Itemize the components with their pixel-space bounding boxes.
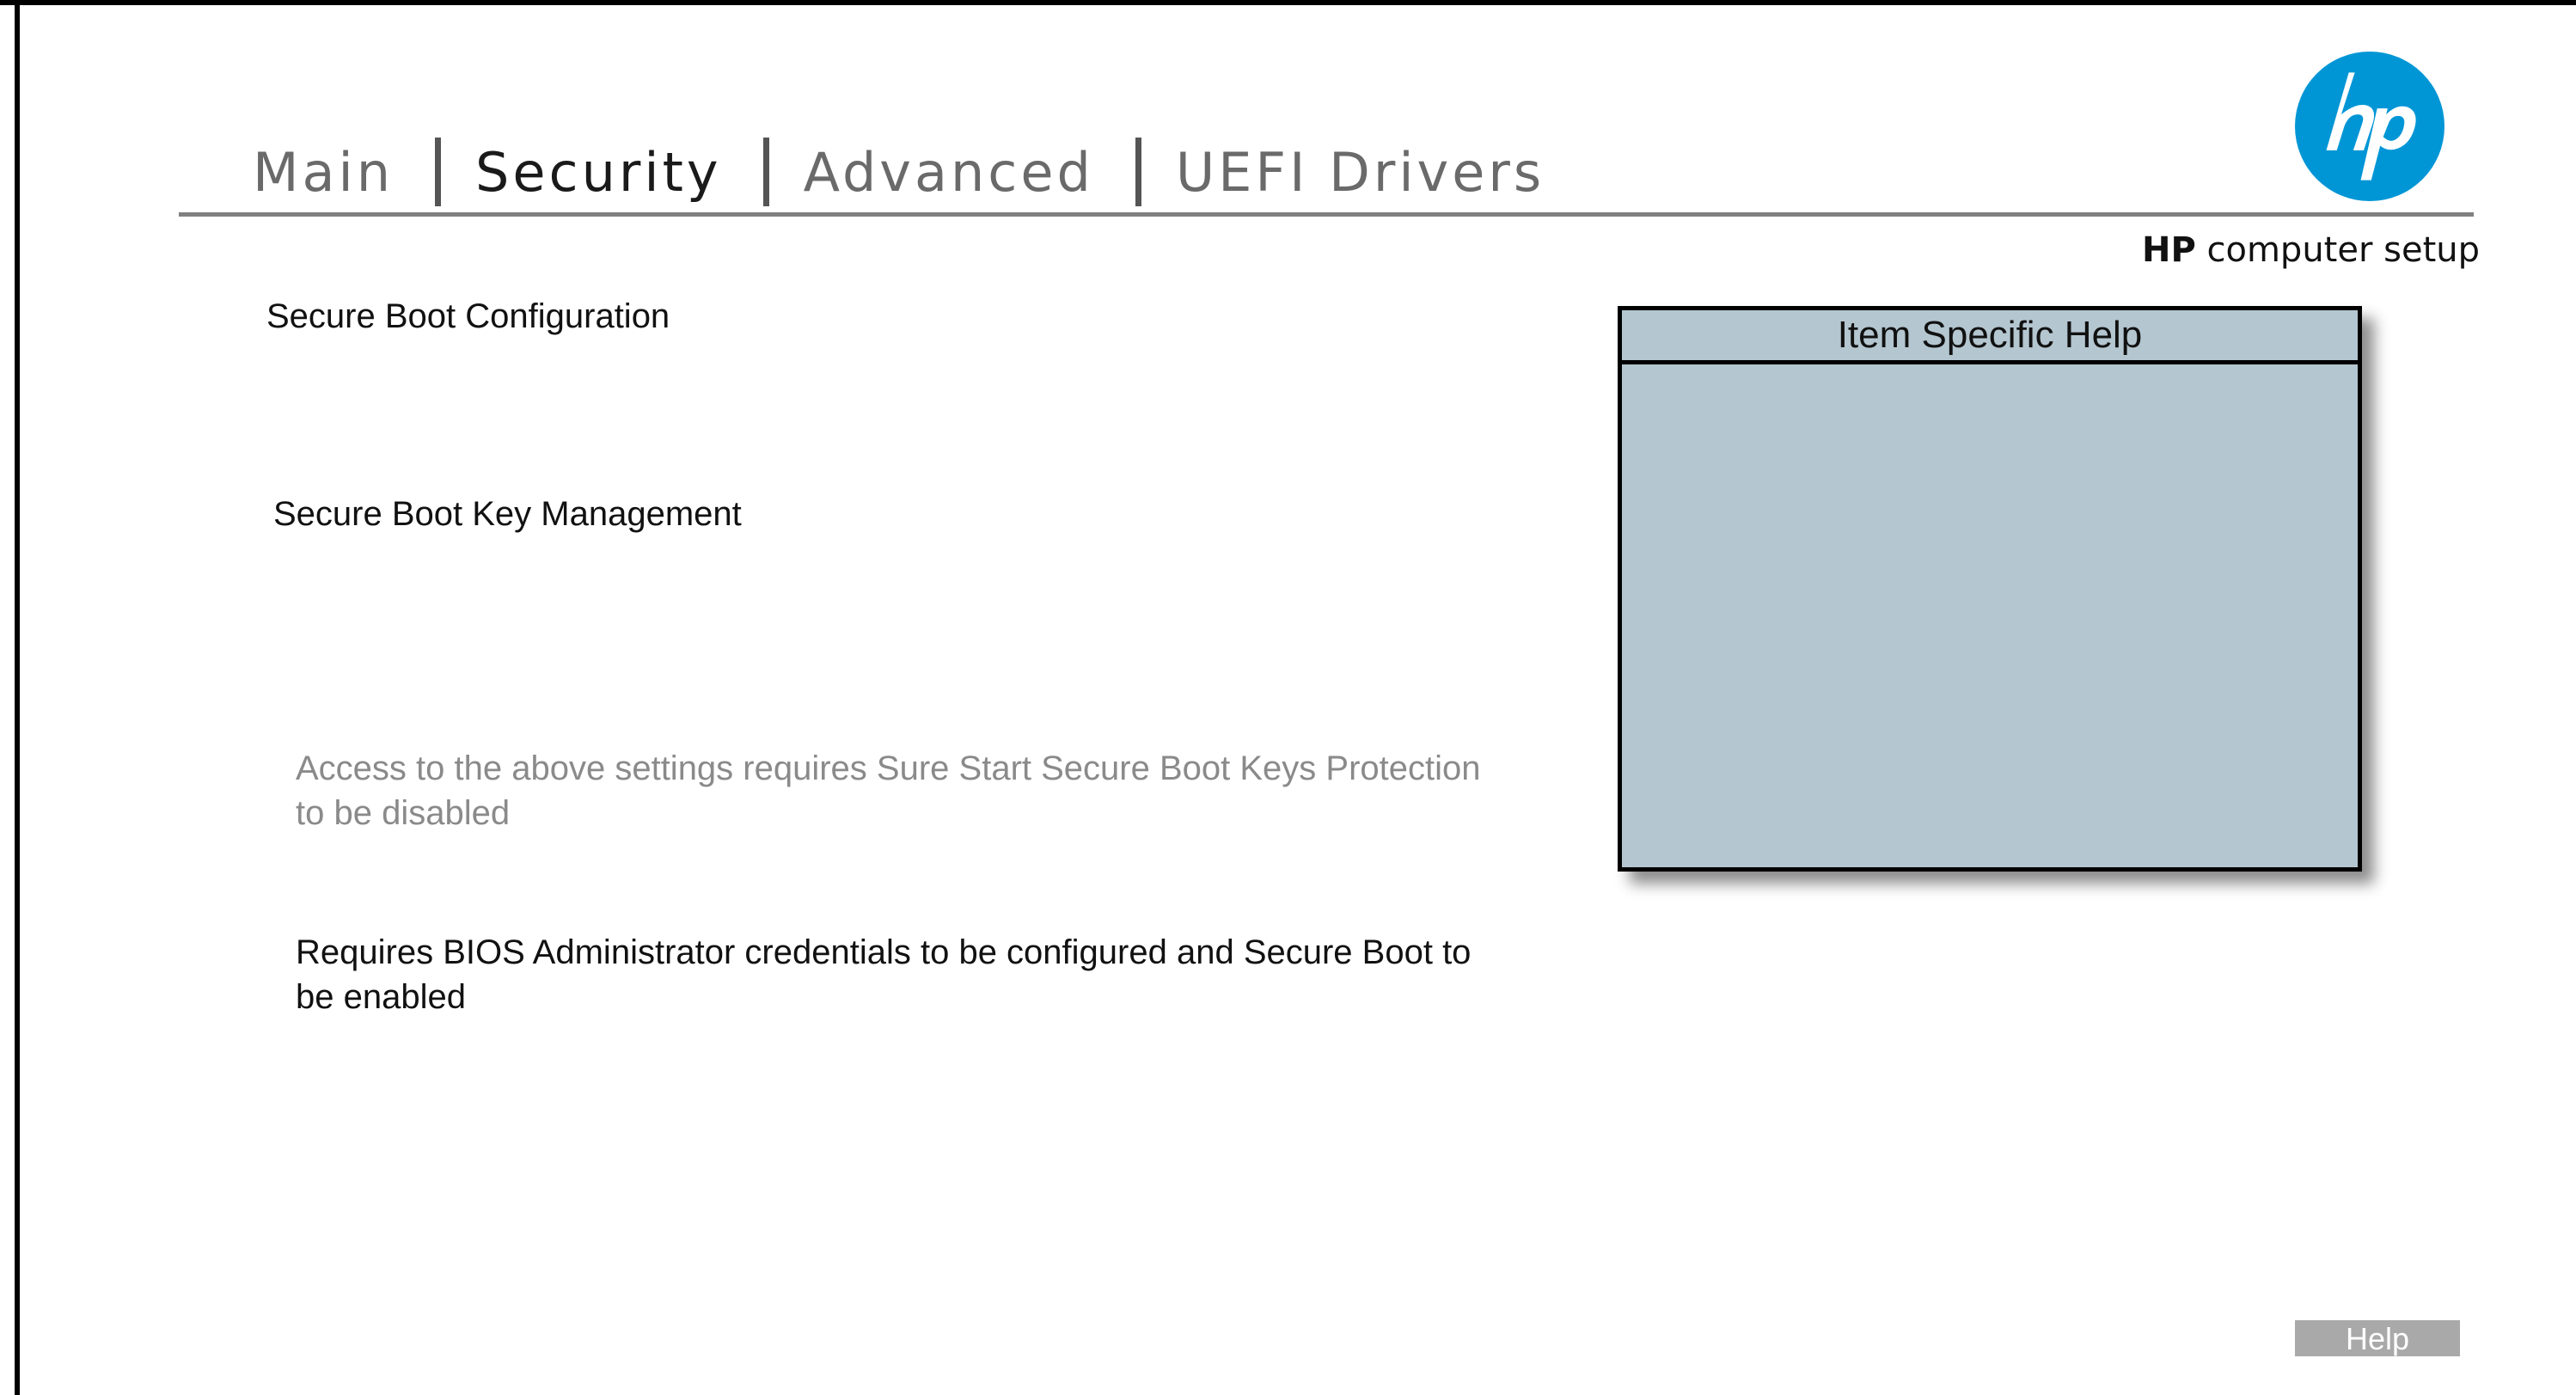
hp-logo-icon	[2295, 52, 2444, 201]
brand-caption-text: computer setup	[2195, 230, 2480, 270]
tab-separator	[762, 138, 769, 206]
tab-main[interactable]: Main	[253, 141, 394, 204]
tab-security[interactable]: Security	[475, 141, 722, 204]
tab-advanced[interactable]: Advanced	[804, 141, 1094, 204]
tab-uefi-drivers[interactable]: UEFI Drivers	[1176, 141, 1545, 204]
help-button[interactable]: Help	[2295, 1320, 2460, 1356]
menu-item-secure-boot-key-management[interactable]: Secure Boot Key Management	[273, 495, 742, 534]
disabled-settings-note: Access to the above settings requires Su…	[296, 750, 1481, 832]
menu-item-secure-boot-configuration[interactable]: Secure Boot Configuration	[266, 297, 670, 336]
brand-caption-bold: HP	[2141, 230, 2196, 270]
tab-separator	[1135, 138, 1141, 206]
frame-left-border	[15, 0, 20, 1395]
tab-underline-rule	[179, 212, 2474, 217]
item-specific-help-panel: Item Specific Help	[1618, 306, 2362, 872]
brand-caption: HP computer setup	[2142, 230, 2480, 270]
bios-setup-screen: Main Security Advanced UEFI Drivers HP c…	[0, 0, 2576, 1395]
requirements-note: Requires BIOS Administrator credentials …	[296, 933, 1472, 1016]
help-panel-title: Item Specific Help	[1622, 310, 2358, 364]
frame-top-border	[0, 0, 2576, 5]
tab-bar: Main Security Advanced UEFI Drivers	[253, 129, 1545, 215]
tab-separator	[435, 138, 442, 206]
